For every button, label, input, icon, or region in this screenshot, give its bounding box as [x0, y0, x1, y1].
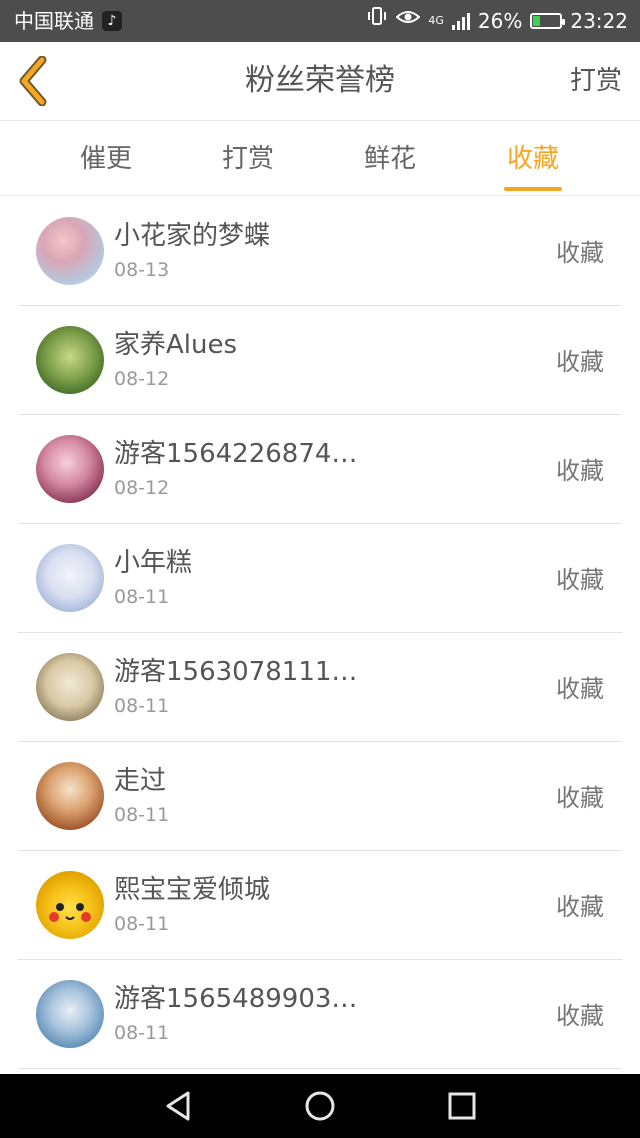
- avatar[interactable]: [36, 544, 104, 612]
- battery-icon: [530, 13, 566, 29]
- app-header: 粉丝荣誉榜 打赏: [0, 42, 640, 121]
- date: 08-11: [114, 804, 170, 826]
- tiktok-icon: ♪: [102, 11, 122, 31]
- user-name: 小年糕: [114, 548, 193, 578]
- tab-bar: 催更 打赏 鲜花 收藏: [0, 121, 640, 196]
- avatar[interactable]: [36, 326, 104, 394]
- system-nav-bar: [0, 1074, 640, 1138]
- list-item[interactable]: 游客1563078111… 08-11 收藏: [18, 633, 622, 742]
- nav-home-button[interactable]: [302, 1088, 338, 1124]
- network-type: 4G: [428, 14, 444, 27]
- carrier-label: 中国联通: [14, 9, 94, 33]
- nav-recents-button[interactable]: [444, 1088, 480, 1124]
- action-label: 收藏: [556, 566, 604, 594]
- vibrate-icon: [366, 0, 388, 42]
- tab-label: 催更: [79, 144, 132, 174]
- pikachu-icon: [49, 903, 91, 922]
- user-name: 游客1563078111…: [114, 657, 358, 687]
- eye-icon: [395, 0, 421, 42]
- fan-list: 小花家的梦蝶 08-13 收藏 家养Alues 08-12 收藏 游客15642…: [0, 197, 640, 1069]
- date: 08-13: [114, 259, 170, 281]
- recents-square-icon: [448, 1092, 476, 1120]
- home-circle-icon: [305, 1091, 335, 1121]
- action-label: 收藏: [556, 1002, 604, 1030]
- avatar[interactable]: [36, 871, 104, 939]
- avatar[interactable]: [36, 435, 104, 503]
- nav-back-button[interactable]: [160, 1088, 196, 1124]
- tab-flowers[interactable]: 鲜花: [340, 121, 440, 195]
- user-name: 走过: [114, 766, 167, 796]
- date: 08-11: [114, 695, 170, 717]
- clock: 23:22: [570, 9, 628, 33]
- action-label: 收藏: [556, 893, 604, 921]
- user-name: 家养Alues: [114, 330, 238, 360]
- active-tab-indicator: [504, 187, 562, 191]
- back-triangle-icon: [166, 1091, 190, 1121]
- battery-percent: 26%: [477, 9, 523, 33]
- avatar[interactable]: [36, 980, 104, 1048]
- action-label: 收藏: [556, 457, 604, 485]
- date: 08-12: [114, 477, 170, 499]
- list-item[interactable]: 游客1564226874… 08-12 收藏: [18, 415, 622, 524]
- user-name: 游客1565489903…: [114, 984, 358, 1014]
- action-label: 收藏: [556, 239, 604, 267]
- date: 08-11: [114, 1022, 170, 1044]
- user-name: 小花家的梦蝶: [114, 221, 271, 251]
- user-name: 熙宝宝爱倾城: [114, 875, 271, 905]
- status-bar: 中国联通 ♪ 4G 26% 23:22: [0, 0, 640, 42]
- tab-label: 鲜花: [363, 144, 416, 174]
- list-item[interactable]: 熙宝宝爱倾城 08-11 收藏: [18, 851, 622, 960]
- action-label: 收藏: [556, 348, 604, 376]
- signal-icon: [451, 12, 470, 30]
- date: 08-11: [114, 586, 170, 608]
- list-item[interactable]: 小花家的梦蝶 08-13 收藏: [18, 197, 622, 306]
- avatar[interactable]: [36, 653, 104, 721]
- avatar[interactable]: [36, 217, 104, 285]
- tab-label: 打赏: [221, 144, 274, 174]
- tab-favorites[interactable]: 收藏: [483, 121, 583, 195]
- battery-fill: [533, 16, 541, 26]
- list-item[interactable]: 家养Alues 08-12 收藏: [18, 306, 622, 415]
- tab-label: 收藏: [506, 144, 559, 174]
- tab-urge[interactable]: 催更: [56, 121, 156, 195]
- tab-reward[interactable]: 打赏: [198, 121, 298, 195]
- action-label: 收藏: [556, 784, 604, 812]
- date: 08-11: [114, 913, 170, 935]
- page-title: 粉丝荣誉榜: [245, 63, 395, 98]
- list-item[interactable]: 走过 08-11 收藏: [18, 742, 622, 851]
- action-label: 收藏: [556, 675, 604, 703]
- list-item[interactable]: 小年糕 08-11 收藏: [18, 524, 622, 633]
- date: 08-12: [114, 368, 170, 390]
- list-item[interactable]: 游客1565489903… 08-11 收藏: [18, 960, 622, 1069]
- avatar[interactable]: [36, 762, 104, 830]
- status-icons: 4G 26% 23:22: [366, 0, 628, 42]
- user-name: 游客1564226874…: [114, 439, 358, 469]
- reward-button[interactable]: 打赏: [570, 42, 622, 120]
